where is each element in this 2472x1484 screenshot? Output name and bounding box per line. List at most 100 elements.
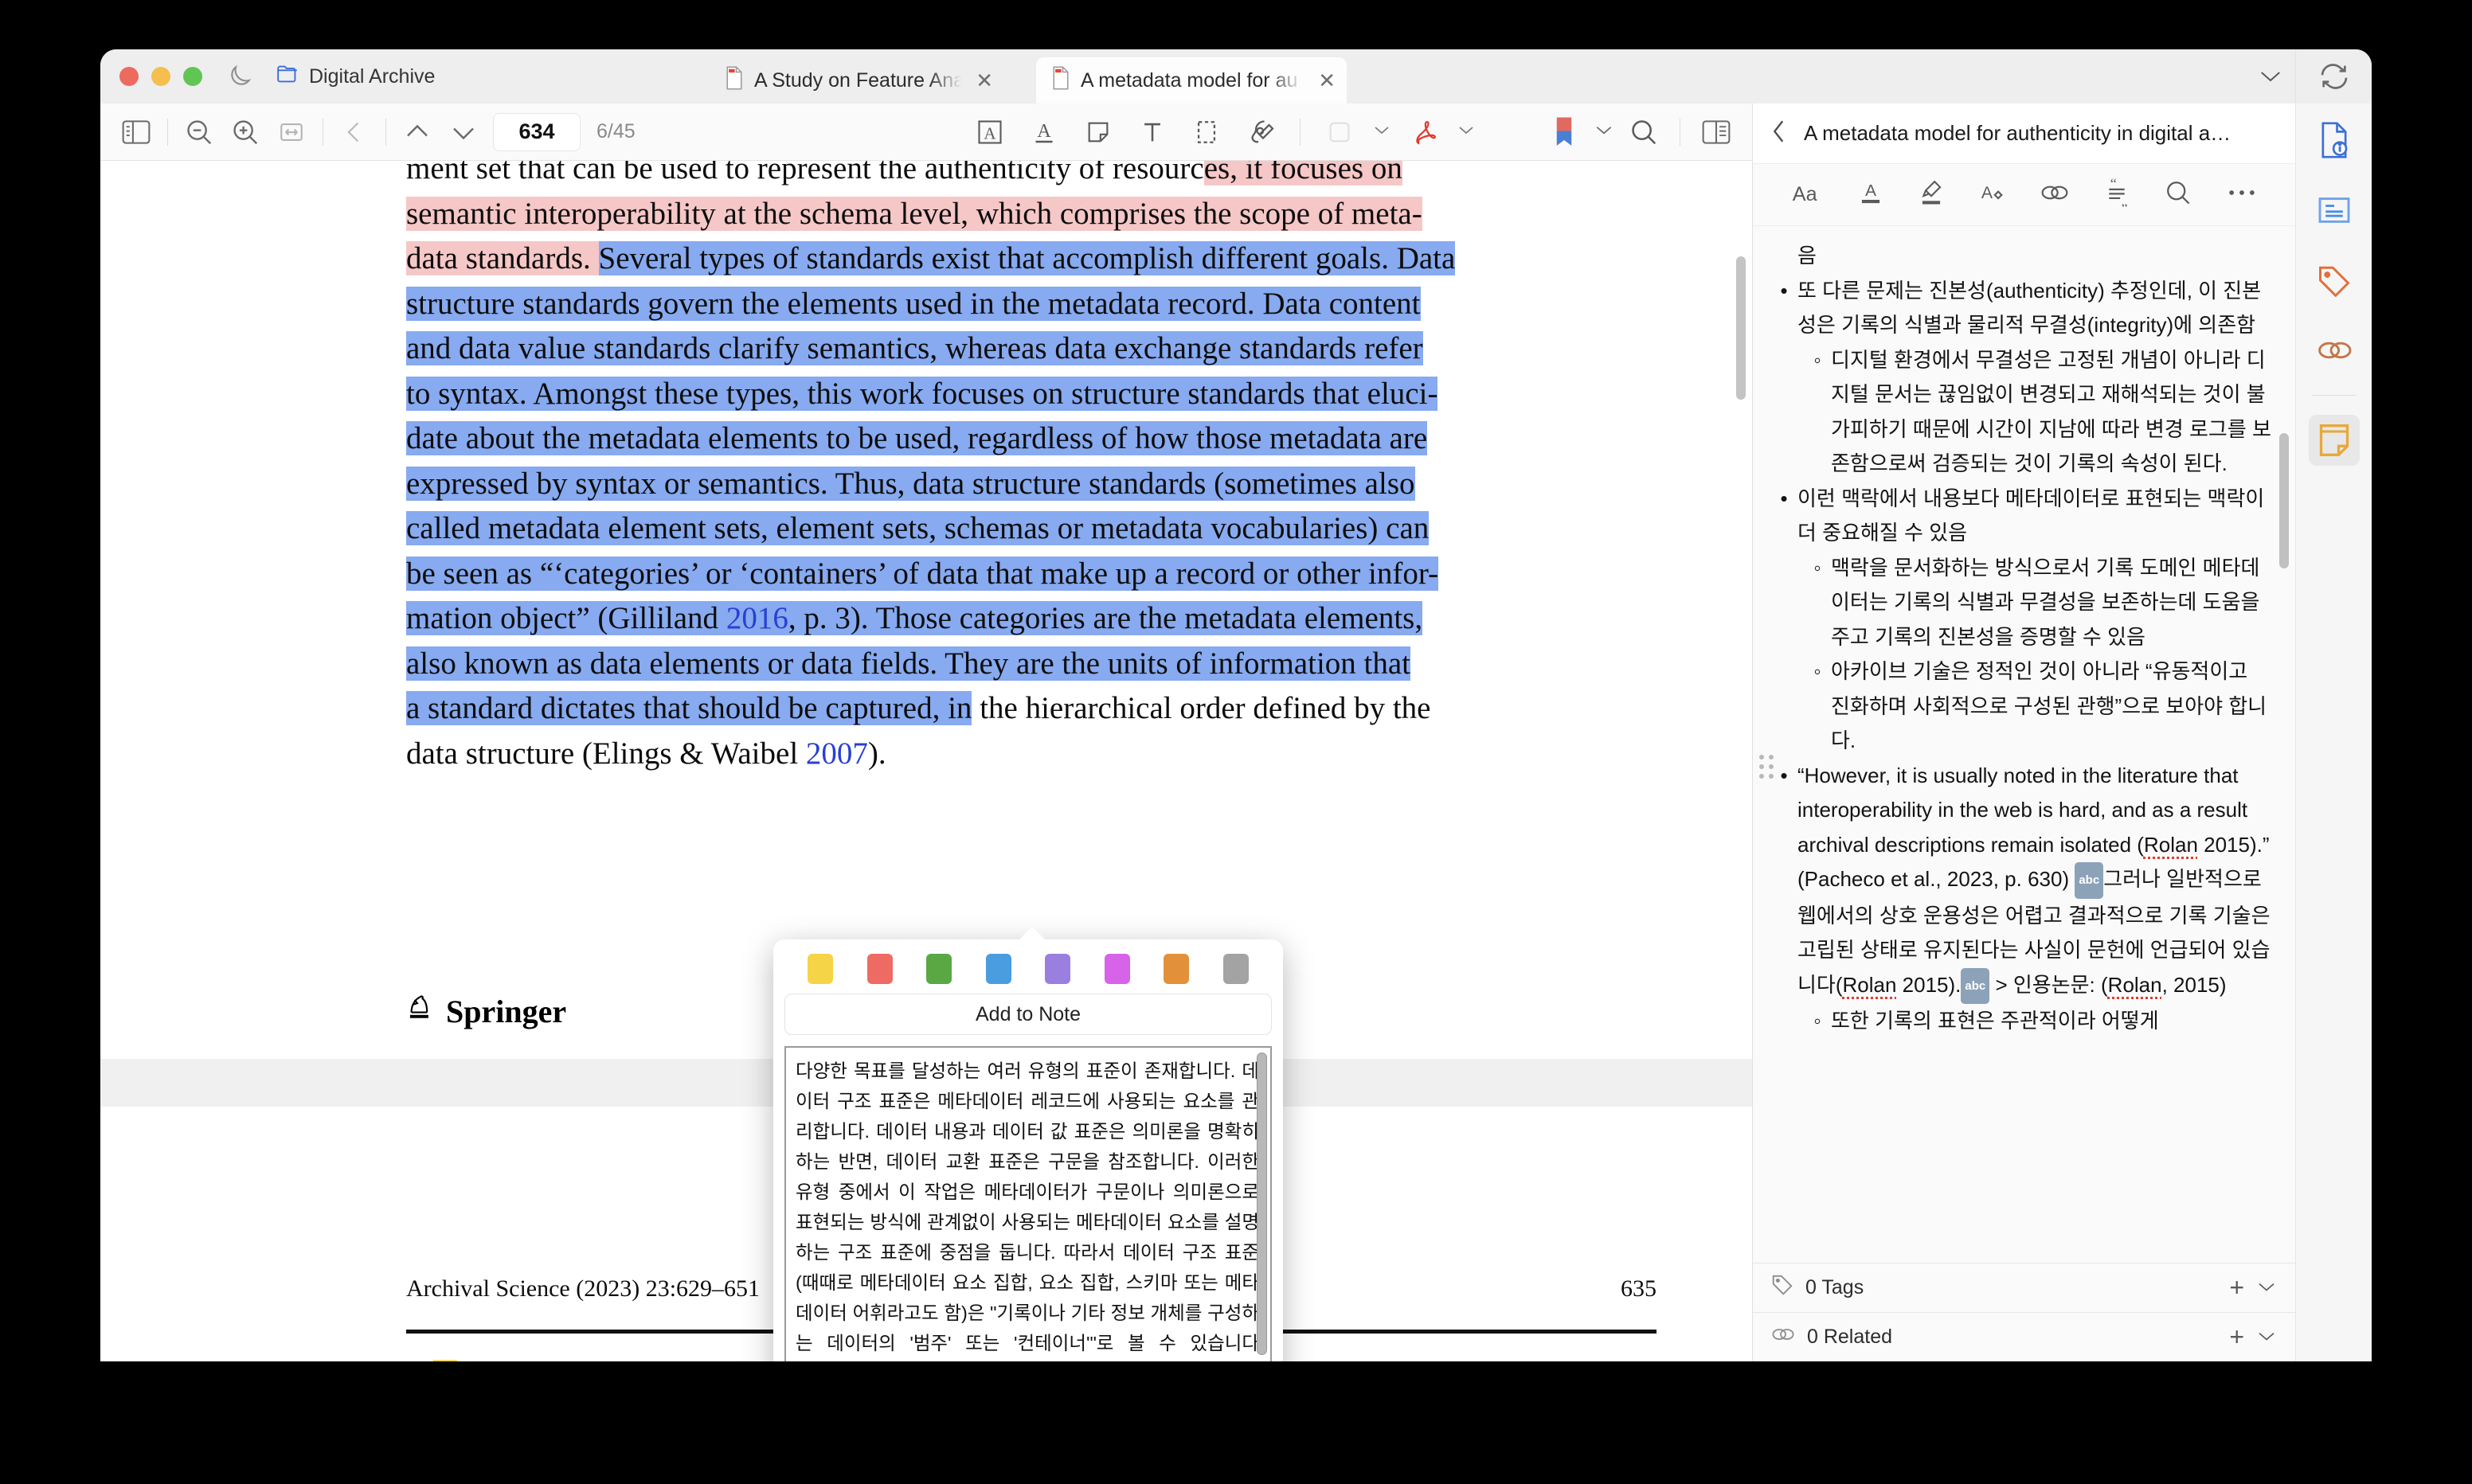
highlight-swatch-5[interactable] xyxy=(1104,954,1130,984)
search-icon[interactable] xyxy=(1622,111,1665,154)
translation-scrollbar[interactable] xyxy=(1257,1052,1267,1355)
search-icon[interactable] xyxy=(2164,178,2192,211)
page-number-input[interactable]: 634 xyxy=(493,112,581,151)
note-annotation-icon[interactable] xyxy=(1077,111,1120,154)
note-bullet-item[interactable]: ◦ 아카이브 기술은 정적인 것이 아니라 “유동적이고 진화하며 사회적으로 구… xyxy=(1770,654,2271,759)
dark-mode-moon-icon[interactable] xyxy=(224,62,254,92)
highlight-swatch-7[interactable] xyxy=(1222,954,1249,984)
pdf-viewport[interactable]: ment set that can be used to represent t… xyxy=(100,161,1752,1361)
pdf-text-line[interactable]: ment set that can be used to represent t… xyxy=(406,161,1656,192)
pdf-text-line[interactable]: date about the metadata elements to be u… xyxy=(406,416,1656,462)
add-related-icon[interactable]: + xyxy=(2229,1322,2244,1352)
highlight-swatch-3[interactable] xyxy=(985,954,1011,984)
sidebar-scrollbar[interactable] xyxy=(2279,433,2289,568)
page-down-icon[interactable] xyxy=(442,111,485,154)
drag-handle-icon[interactable] xyxy=(1759,755,1774,779)
sync-button[interactable] xyxy=(2295,49,2372,103)
pdf-text-line[interactable]: a standard dictates that should be captu… xyxy=(406,686,1656,732)
annotation-popup[interactable]: Add to Note 다양한 목표를 달성하는 여러 유형의 표준이 존재합니… xyxy=(773,939,1283,1361)
pdf-text-line[interactable]: and data value standards clarify semanti… xyxy=(406,326,1656,372)
pdf-text-line[interactable]: structure standards govern the elements … xyxy=(406,282,1656,327)
tags-collapse-chevron-icon[interactable] xyxy=(2255,1276,2278,1299)
tab-overflow-chevron-icon[interactable] xyxy=(2259,68,2282,88)
note-bullet-item[interactable]: ◦ 맥락을 문서화하는 방식으로서 기록 도메인 메타데이터는 기록의 식별과 무… xyxy=(1770,551,2271,655)
notes-icon[interactable] xyxy=(2308,415,2360,466)
tab-close-icon[interactable]: ✕ xyxy=(976,70,993,91)
library-breadcrumb[interactable]: Digital Archive xyxy=(276,64,435,90)
blockquote-icon[interactable]: “ „ xyxy=(2103,175,2130,211)
minimize-window-button[interactable] xyxy=(151,67,170,86)
tag-icon[interactable] xyxy=(2309,255,2360,306)
select-area-icon[interactable] xyxy=(1185,111,1228,154)
note-bullet-item[interactable]: • “However, it is usually noted in the li… xyxy=(1770,759,2271,1004)
pdf-text-line[interactable]: also known as data elements or data fiel… xyxy=(406,642,1656,687)
draw-icon[interactable] xyxy=(1239,111,1282,154)
maximize-window-button[interactable] xyxy=(183,67,202,86)
add-to-note-button-top[interactable]: Add to Note xyxy=(784,994,1272,1035)
related-collapse-chevron-icon[interactable] xyxy=(2255,1326,2278,1349)
pdf-text-line[interactable]: expressed by syntax or semantics. Thus, … xyxy=(406,462,1656,507)
highlight-swatch-0[interactable] xyxy=(808,954,834,984)
publisher-label: Springer xyxy=(446,993,567,1029)
highlight-text-icon[interactable]: A xyxy=(968,111,1011,154)
abstract-icon[interactable] xyxy=(2309,185,2360,236)
pdf-text-line[interactable]: be seen as “‘categories’ or ‘containers’… xyxy=(406,552,1656,597)
pdf-text-line[interactable]: called metadata element sets, element se… xyxy=(406,506,1656,552)
navigate-back-icon[interactable] xyxy=(333,111,376,154)
zoom-out-icon[interactable] xyxy=(178,111,221,154)
pdf-text-line[interactable]: semantic interoperability at the schema … xyxy=(406,192,1656,237)
translation-textarea[interactable]: 다양한 목표를 달성하는 여러 유형의 표준이 존재합니다. 데이터 구조 표준… xyxy=(784,1046,1272,1361)
highlight-icon[interactable] xyxy=(1918,178,1945,211)
pdf-dropdown-chevron-icon[interactable] xyxy=(1457,123,1476,140)
font-size-icon[interactable]: Aa xyxy=(1790,179,1824,210)
resize-grip-icon[interactable] xyxy=(1250,1359,1268,1361)
related-section[interactable]: 0 Related + xyxy=(1753,1312,2295,1361)
underline-text-icon[interactable]: A xyxy=(1023,111,1066,154)
add-tag-icon[interactable]: + xyxy=(2229,1273,2244,1302)
clear-format-icon[interactable]: A xyxy=(1978,179,2007,210)
related-icon[interactable] xyxy=(2309,325,2360,376)
color-swatch-icon[interactable] xyxy=(1318,111,1361,154)
note-bullet-item[interactable]: 음 xyxy=(1770,239,2271,274)
note-bullet-item[interactable]: • 또 다른 문제는 진본성(authenticity) 추정인데, 이 진본성은… xyxy=(1770,274,2271,343)
reader-panel-icon[interactable] xyxy=(1695,111,1738,154)
highlight-swatch-1[interactable] xyxy=(866,954,893,984)
pdf-text-line[interactable]: data standards. Several types of standar… xyxy=(406,236,1656,282)
tab-study-on-feature-analysis[interactable]: A Study on Feature Analy ✕ xyxy=(710,57,1004,103)
pdf-text-line[interactable]: to syntax. Amongst these types, this wor… xyxy=(406,372,1656,417)
note-bullet-item[interactable]: ◦ 또한 기록의 표현은 주관적이라 어떻게 xyxy=(1770,1004,2271,1039)
note-bullet-item[interactable]: ◦ 디지털 환경에서 무결성은 고정된 개념이 아니라 디지털 문서는 끊임없이 … xyxy=(1770,343,2271,482)
note-bullet-item[interactable]: • 이런 맥락에서 내용보다 메타데이터로 표현되는 맥락이 더 중요해질 수 있… xyxy=(1770,482,2271,551)
highlight-swatch-4[interactable] xyxy=(1045,954,1071,984)
link-icon[interactable] xyxy=(2040,180,2070,209)
document-info-icon[interactable] xyxy=(2309,115,2360,166)
pdf-file-icon xyxy=(724,66,745,96)
bookmark-dropdown-chevron-icon[interactable] xyxy=(1594,123,1614,141)
citation-link[interactable]: 2016 xyxy=(726,601,788,635)
text-color-icon[interactable]: A xyxy=(1857,178,1884,211)
pdf-export-icon[interactable] xyxy=(1402,111,1445,154)
tags-section[interactable]: 0 Tags + xyxy=(1753,1263,2295,1312)
bookmark-icon[interactable] xyxy=(1543,111,1586,154)
reader-scrollbar[interactable] xyxy=(1736,256,1746,400)
color-dropdown-chevron-icon[interactable] xyxy=(1372,123,1391,140)
tab-metadata-model[interactable]: A metadata model for au ✕ xyxy=(1036,57,1347,103)
zoom-in-icon[interactable] xyxy=(224,111,267,154)
tab-close-icon[interactable]: ✕ xyxy=(1318,70,1336,91)
springer-horse-icon xyxy=(406,991,435,1031)
highlight-swatch-6[interactable] xyxy=(1164,954,1190,984)
highlight-swatch-2[interactable] xyxy=(926,954,952,984)
more-options-icon[interactable] xyxy=(2226,185,2258,205)
note-content[interactable]: 음 • 또 다른 문제는 진본성(authenticity) 추정인데, 이 진본성… xyxy=(1753,226,2295,1263)
back-chevron-icon[interactable] xyxy=(1769,118,1789,149)
close-window-button[interactable] xyxy=(119,67,139,86)
spellcheck-word: Rolan xyxy=(1842,972,1897,997)
pdf-text-column-page634[interactable]: ment set that can be used to represent t… xyxy=(406,161,1656,776)
page-up-icon[interactable] xyxy=(396,111,439,154)
sidebar-toggle-icon[interactable] xyxy=(115,111,158,154)
citation-link[interactable]: 2007 xyxy=(806,736,868,771)
pdf-text-line[interactable]: mation object” (Gilliland 2016, p. 3). T… xyxy=(406,596,1656,642)
pdf-text-line[interactable]: data structure (Elings & Waibel 2007). xyxy=(406,732,1656,777)
add-text-icon[interactable] xyxy=(1131,111,1174,154)
fit-width-icon[interactable] xyxy=(270,111,313,154)
